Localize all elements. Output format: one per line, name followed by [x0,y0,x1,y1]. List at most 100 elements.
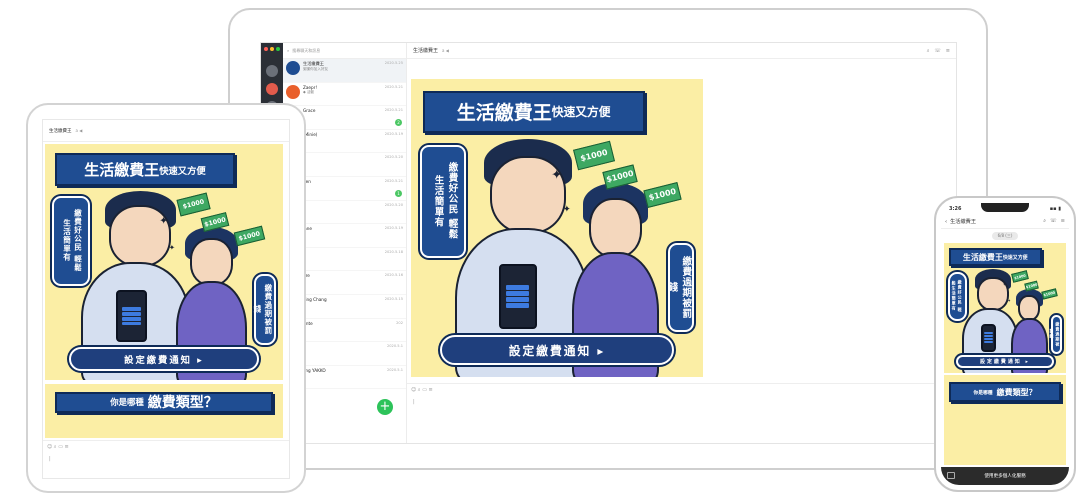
chat-header: 生活繳費王 a ◀ ⌕ ☏ ≡ [407,43,956,59]
chat-item-header: ling YAKKO 2020.5.1 [303,368,403,373]
woman-head [190,238,233,286]
rich-menu-bar[interactable]: 使用更多個人化服務 [941,467,1069,485]
search-placeholder: 搜尋聊天和訊息 [292,47,321,53]
chat-item-body: (Minie) 2020.5.19 [303,132,403,137]
chat-item-header: Grace 2020.5.21 [303,108,403,113]
chat-item-date: 2020.5.25 [384,61,403,65]
chats-icon[interactable] [266,83,278,95]
menu-icon[interactable]: ≡ [946,48,950,54]
chat-title-icons: a ◀ [442,48,449,53]
device-mockup-stage: ⌕ 搜尋聊天和訊息 生活繳費王 2020.5.25 謝謝你加入好友 Zaepr! 2… [0,0,1080,500]
unread-badge: 1 [395,189,402,197]
chat-item-name: Ling Chang [303,296,327,302]
rich-menu-banner[interactable]: 生活繳費王 快速又方便 繳費好公民 輕鬆生活簡單有 繳費過期被罰錢 $1000 … [411,79,703,377]
chat-list-item[interactable]: 生活繳費王 2020.5.25 謝謝你加入好友 [283,59,406,83]
menu-icon[interactable]: ≡ [1061,218,1065,225]
second-banner[interactable]: 你是哪種 繳費類型？ [944,375,1066,465]
rich-menu-label: 使用更多個人化服務 [984,474,1026,479]
chat-item-header: ere 2020.5.16 [303,273,403,278]
laptop-screen: ⌕ 搜尋聊天和訊息 生活繳費王 2020.5.25 謝謝你加入好友 Zaepr! 2… [260,42,957,444]
banner-title-b: 繳費類型？ [996,387,1037,397]
banner-title-big: 生活繳費王 [84,161,160,180]
set-payment-notice-button[interactable]: 設定繳費通知 ▸ [68,346,260,371]
laptop-frame: ⌕ 搜尋聊天和訊息 生活繳費王 2020.5.25 謝謝你加入好友 Zaepr! 2… [228,8,988,470]
banner-vertical-text-left: 繳費好公民 輕鬆生活簡單有 [419,144,467,258]
chat-item-date: 202 [396,320,403,325]
banner-title: 你是哪種 繳費類型？ [948,382,1062,402]
chat-list-item[interactable]: Zaepr! 2020.5.21 ◆ 活動 [283,83,406,107]
chat-title: 生活繳費王 [413,48,439,54]
banner-title-small: 快速又方便 [551,105,611,120]
chat-item-body: Zaepr! 2020.5.21 ◆ 活動 [303,85,403,95]
friends-icon[interactable] [266,65,278,77]
unread-badge: 2 [395,119,402,127]
banner-vertical-text-right: 繳費過期被罰錢 [253,273,276,345]
chat-item-body: 生活繳費王 2020.5.25 謝謝你加入好友 [303,61,403,72]
toolbar-icons[interactable]: ☺ ⌕ ▭ ≡ [411,387,433,393]
tablet-chat-header: 生活繳費王 a ◀ [43,120,289,142]
chat-item-date: 2020.5.1 [386,344,403,349]
second-banner[interactable]: 你是哪種 繳費類型？ [45,384,283,438]
rich-menu-banner[interactable]: 生活繳費王 快速又方便 繳費好公民 輕鬆生活簡單有 繳費過期被罰錢 $1000 … [944,243,1066,373]
chat-item-header: 2020.5.18 [303,250,403,254]
banner-title: 生活繳費王 快速又方便 [54,153,236,187]
chat-item-date: 2020.5.15 [384,296,403,301]
phone-notch [981,203,1029,212]
tablet-frame: 生活繳費王 a ◀ 生活繳費王 快速又方便 繳費好公民 輕鬆生活簡單有 繳費過期… [26,103,306,493]
chat-item-header: gen 2020.5.21 [303,179,403,184]
chat-item-header: lane 2020.5.19 [303,226,403,231]
search-bar[interactable]: ⌕ 搜尋聊天和訊息 [283,43,406,59]
chat-item-body: 2020.5.20 [303,155,403,159]
chat-item-body: Ante 202 [303,321,403,326]
status-time: 3:26 [949,206,962,212]
chat-item-name: ling YAKKO [303,367,326,373]
avatar [286,84,300,99]
banner-title: 生活繳費王 快速又方便 [422,90,645,133]
phone-chat-header: ‹ 生活繳費王 ⌕ ☏ ≡ [941,215,1069,229]
chat-item-body: gen 2020.5.21 [303,179,403,184]
money-bill: $1000 [642,182,682,209]
chat-item-date: 2020.5.21 [384,108,403,113]
chat-item-preview: ◆ 活動 [303,89,315,94]
phone-illustration [116,290,148,343]
chat-item-name: Zaepr! [303,84,318,90]
chat-item-body: 2020.5.18 [303,250,403,254]
search-icon[interactable]: ⌕ [927,48,930,54]
chat-title: 生活繳費王 [950,219,977,225]
message-toolbar: ☺ ⌕ ▭ ≡ [43,440,289,452]
toolbar-icons[interactable]: ☺ ⌕ ▭ ≡ [47,444,69,450]
sparkle-icon: ✦ [159,214,169,227]
new-chat-button[interactable]: + [377,399,393,415]
back-icon[interactable]: ‹ [945,219,947,225]
sparkle-icon: ✦ [168,243,176,253]
banner-title-big: 生活繳費王 [456,102,552,125]
sparkle-icon: ✦ [551,168,563,184]
chat-item-header: (Minie) 2020.5.19 [303,132,403,137]
message-toolbar: ☺ ⌕ ▭ ≡ [407,383,956,395]
chat-item-header: Ante 202 [303,321,403,326]
chat-title-icons: a ◀ [75,128,83,133]
chat-item-header: 2020.5.20 [303,155,403,159]
banner-vertical-text-right: 繳費過期被罰錢 [666,242,695,333]
window-controls[interactable] [264,47,280,51]
chat-item-header: 2020.5.20 [303,203,403,207]
money-bill: $1000 [1011,269,1030,283]
search-icon[interactable]: ⌕ [1043,218,1046,225]
message-input[interactable]: | [49,456,51,462]
keyboard-icon[interactable] [947,472,955,479]
chat-item-body: Ling Chang 2020.5.15 [303,297,403,302]
set-payment-notice-button[interactable]: 設定繳費通知 ▸ [956,354,1054,368]
chat-item-date: 2020.5.16 [384,273,403,278]
message-input[interactable]: | [413,399,415,405]
chat-item-date: 2020.5.20 [384,202,403,207]
set-payment-notice-button[interactable]: 設定繳費通知 ▸ [440,335,674,366]
chat-item-header: 2020.5.1 [303,344,403,348]
chat-item-body: ling YAKKO 2020.5.1 [303,368,403,373]
banner-title: 生活繳費王 快速又方便 [948,248,1042,267]
call-icon[interactable]: ☏ [1050,218,1057,225]
chat-item-body: Grace 2020.5.21 [303,108,403,113]
chat-item-date: 2020.5.20 [384,155,403,160]
rich-menu-banner[interactable]: 生活繳費王 快速又方便 繳費好公民 輕鬆生活簡單有 繳費過期被罰錢 $1000 … [45,144,283,380]
call-icon[interactable]: ☏ [935,48,941,54]
woman-head [589,198,642,258]
